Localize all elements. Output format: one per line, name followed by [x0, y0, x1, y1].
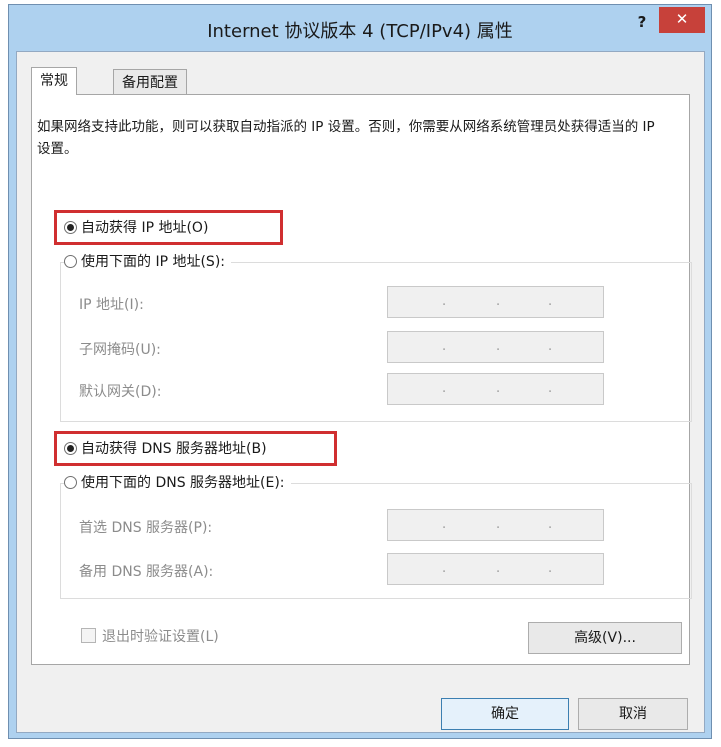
- preferred-dns-input[interactable]: ...: [387, 509, 604, 541]
- preferred-dns-label: 首选 DNS 服务器(P):: [79, 520, 213, 536]
- validate-on-exit-checkbox[interactable]: 退出时验证设置(L): [81, 626, 219, 646]
- default-gateway-input[interactable]: ...: [387, 373, 604, 405]
- tab-general[interactable]: 常规: [31, 67, 77, 95]
- radio-button-icon[interactable]: [64, 221, 77, 234]
- ip-address-input[interactable]: ...: [387, 286, 604, 318]
- window-title: Internet 协议版本 4 (TCP/IPv4) 属性: [207, 21, 513, 42]
- radio-manual-dns[interactable]: 使用下面的 DNS 服务器地址(E):: [64, 473, 291, 493]
- close-button[interactable]: ✕: [659, 7, 705, 33]
- radio-manual-dns-label: 使用下面的 DNS 服务器地址(E):: [81, 475, 285, 491]
- checkbox-icon[interactable]: [81, 628, 96, 643]
- ok-button[interactable]: 确定: [441, 698, 569, 730]
- dialog-content: 常规 备用配置 如果网络支持此功能，则可以获取自动指派的 IP 设置。否则，你需…: [16, 51, 705, 733]
- validate-on-exit-label: 退出时验证设置(L): [102, 629, 219, 645]
- radio-button-icon[interactable]: [64, 255, 77, 268]
- ip-address-label: IP 地址(I):: [79, 297, 144, 313]
- radio-button-icon[interactable]: [64, 476, 77, 489]
- tab-alternate-config[interactable]: 备用配置: [113, 69, 187, 95]
- advanced-button[interactable]: 高级(V)...: [528, 622, 682, 654]
- default-gateway-label: 默认网关(D):: [79, 384, 162, 400]
- description-text: 如果网络支持此功能，则可以获取自动指派的 IP 设置。否则，你需要从网络系统管理…: [37, 119, 655, 157]
- dialog-window: Internet 协议版本 4 (TCP/IPv4) 属性 ? ✕ 常规 备用配…: [8, 4, 712, 739]
- alternate-dns-label: 备用 DNS 服务器(A):: [79, 564, 214, 580]
- radio-button-icon[interactable]: [64, 442, 77, 455]
- alternate-dns-input[interactable]: ...: [387, 553, 604, 585]
- subnet-mask-input[interactable]: ...: [387, 331, 604, 363]
- radio-auto-dns-label: 自动获得 DNS 服务器地址(B): [81, 441, 267, 457]
- radio-manual-ip-label: 使用下面的 IP 地址(S):: [81, 254, 225, 270]
- subnet-mask-label: 子网掩码(U):: [79, 342, 161, 358]
- help-button[interactable]: ?: [629, 10, 655, 34]
- radio-manual-ip[interactable]: 使用下面的 IP 地址(S):: [64, 252, 231, 272]
- cancel-button[interactable]: 取消: [578, 698, 688, 730]
- radio-auto-dns[interactable]: 自动获得 DNS 服务器地址(B): [64, 439, 267, 459]
- radio-auto-ip-label: 自动获得 IP 地址(O): [81, 220, 209, 236]
- radio-auto-ip[interactable]: 自动获得 IP 地址(O): [64, 218, 208, 238]
